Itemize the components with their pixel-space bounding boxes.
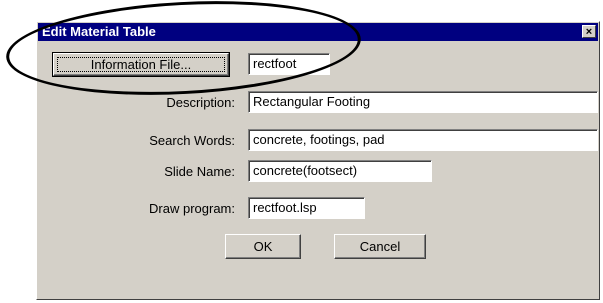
close-button[interactable]: × [582,25,596,38]
description-field[interactable]: Rectangular Footing [248,91,598,113]
information-file-button[interactable]: Information File... [52,52,230,77]
edit-material-table-dialog: Edit Material Table × Information File..… [36,21,600,300]
cancel-button-label: Cancel [359,239,401,254]
slide-name-field[interactable]: concrete(footsect) [248,160,432,182]
draw-program-label: Draw program: [149,201,235,216]
description-label: Description: [166,95,235,110]
search-words-field[interactable]: concrete, footings, pad [248,129,598,151]
draw-program-field[interactable]: rectfoot.lsp [248,197,365,219]
ok-button[interactable]: OK [225,234,301,259]
window-title: Edit Material Table [42,24,156,39]
search-words-label: Search Words: [149,133,235,148]
title-bar[interactable]: Edit Material Table × [38,23,598,41]
file-name-field[interactable]: rectfoot [248,53,330,75]
cancel-button[interactable]: Cancel [334,234,426,259]
close-icon: × [585,26,593,38]
focus-rectangle [57,57,225,72]
ok-button-label: OK [253,239,273,254]
slide-name-label: Slide Name: [164,164,235,179]
